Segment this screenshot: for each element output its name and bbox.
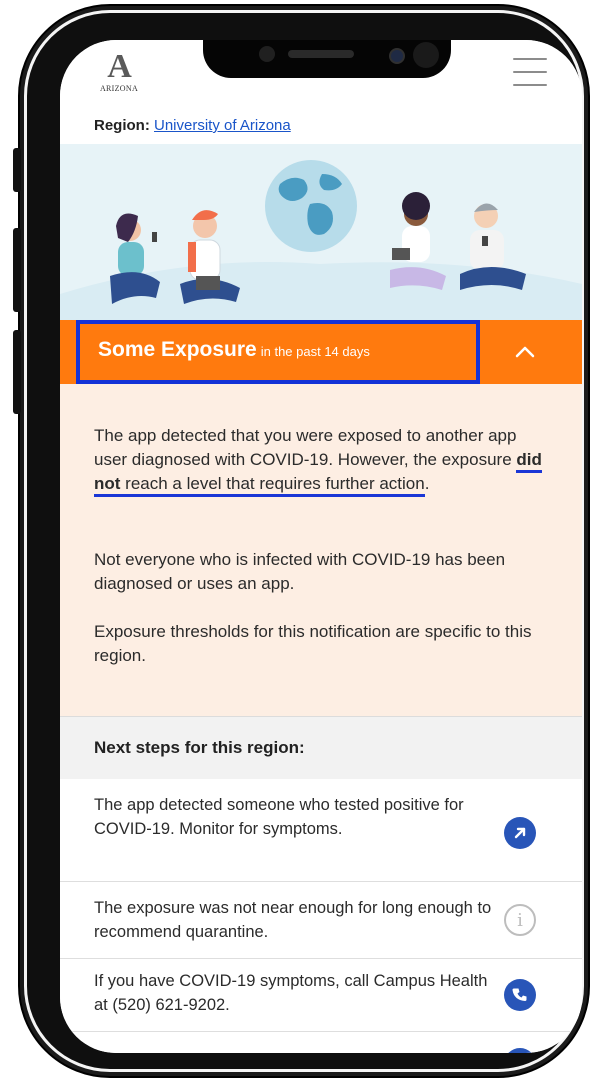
underlined-text: reach a level that requires further acti… [120, 474, 425, 493]
exposure-title-subtitle: in the past 14 days [260, 344, 370, 359]
step-item[interactable]: The exposure was not near enough for lon… [60, 882, 582, 959]
chevron-up-icon[interactable] [510, 338, 540, 366]
logo-text: ARIZONA [99, 84, 139, 93]
phone-silent-switch [13, 148, 21, 192]
phone-volume-down [13, 330, 21, 414]
phone-screen: A ARIZONA Region: University of Arizona [60, 40, 582, 1053]
phone-volume-up [13, 228, 21, 312]
front-camera [389, 48, 405, 64]
university-logo[interactable]: A ARIZONA [92, 50, 146, 94]
step-text: The exposure was not near enough for lon… [94, 899, 492, 941]
next-steps-title: Next steps for this region: [94, 738, 305, 757]
phone-icon[interactable] [504, 979, 536, 1011]
notch-speaker [288, 50, 354, 58]
region-label: Region: [94, 117, 150, 134]
exposure-title-main: Some Exposure [98, 338, 257, 361]
step-item[interactable]: The app detected someone who tested posi… [60, 779, 582, 882]
people-globe-illustration [60, 144, 582, 320]
region-link[interactable]: University of Arizona [154, 117, 291, 134]
notch-lens [413, 42, 439, 68]
exposure-status-bar[interactable]: Some Exposure in the past 14 days [60, 320, 582, 384]
hamburger-menu-icon[interactable] [513, 58, 547, 90]
detail-paragraph-2: Not everyone who is infected with COVID-… [94, 550, 506, 593]
step-text: The app detected someone who tested posi… [94, 796, 464, 838]
arrow-up-right-icon[interactable] [504, 817, 536, 849]
detail-text-end: . [424, 474, 430, 493]
detail-text: The app detected that you were exposed t… [94, 426, 517, 469]
detail-paragraph-1: The app detected that you were exposed t… [94, 424, 544, 497]
phone-notch [203, 40, 451, 78]
region-line: Region: University of Arizona [94, 117, 291, 134]
arrow-icon[interactable] [504, 1048, 536, 1053]
logo-letter: A [107, 48, 132, 85]
hero-illustration [60, 144, 582, 320]
detail-paragraph-3: Exposure thresholds for this notificatio… [94, 622, 532, 665]
step-text: If you have COVID-19 symptoms, call Camp… [94, 972, 488, 1014]
exposure-highlight-box: Some Exposure in the past 14 days [76, 320, 480, 384]
exposure-title: Some Exposure in the past 14 days [98, 338, 370, 362]
step-item[interactable] [60, 1032, 582, 1053]
info-icon[interactable]: i [504, 904, 536, 936]
exposure-details: The app detected that you were exposed t… [60, 384, 582, 716]
next-steps-header: Next steps for this region: [60, 716, 582, 780]
step-item[interactable]: If you have COVID-19 symptoms, call Camp… [60, 959, 582, 1032]
notch-sensor [259, 46, 275, 62]
